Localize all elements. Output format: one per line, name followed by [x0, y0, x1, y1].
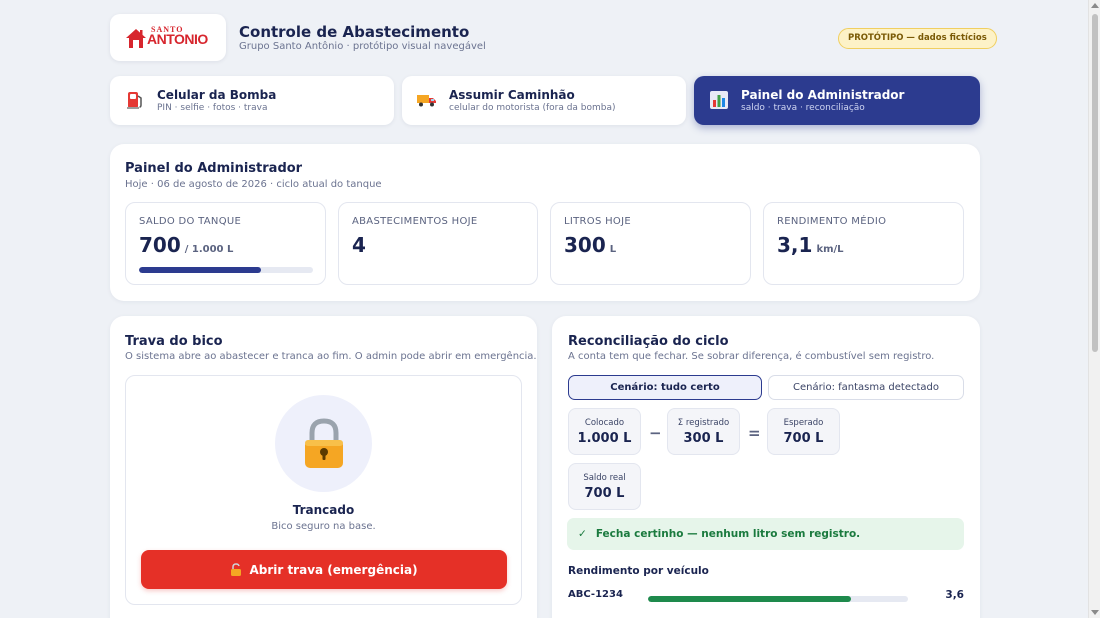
scroll-down-arrow-icon[interactable] — [1091, 610, 1099, 615]
stat-rendimento-medio: RENDIMENTO MÉDIO 3,1 km/L — [763, 202, 964, 285]
vehicle-plate: ABC-1234 — [568, 589, 623, 600]
tab-assumir-caminhao[interactable]: Assumir Caminhão celular do motorista (f… — [402, 76, 686, 125]
stat-value: 300 — [564, 233, 606, 257]
logo-mark: SANTO ANTONIO — [125, 25, 211, 51]
admin-title: Painel do Administrador — [125, 161, 303, 176]
minus-operator: − — [649, 424, 662, 442]
stat-label: SALDO DO TANQUE — [139, 216, 242, 227]
stat-unit: L — [609, 244, 617, 255]
box-value: 700 L — [783, 431, 824, 446]
banner-text: Fecha certinho — nenhum litro sem regist… — [595, 528, 861, 540]
box-label: Saldo real — [583, 473, 626, 483]
tab-label: Assumir Caminhão — [449, 88, 575, 102]
app-title: Controle de Abastecimento — [239, 23, 470, 41]
reconciliation-ok-banner: ✓ Fecha certinho — nenhum litro sem regi… — [567, 518, 964, 550]
scrollbar-thumb[interactable] — [1092, 14, 1098, 352]
equals-operator: = — [748, 424, 761, 442]
tab-subtitle: saldo · trava · reconciliação — [741, 103, 865, 113]
scenario-tudo-certo-button[interactable]: Cenário: tudo certo — [568, 375, 762, 400]
stat-abastecimentos-hoje: ABASTECIMENTOS HOJE 4 — [338, 202, 538, 285]
stat-unit: / 1.000 L — [184, 244, 234, 255]
vehicles-title: Rendimento por veículo — [568, 565, 709, 577]
stat-label: ABASTECIMENTOS HOJE — [352, 216, 478, 227]
check-icon: ✓ — [578, 528, 587, 540]
tab-label: Painel do Administrador — [741, 88, 905, 102]
stat-label: RENDIMENTO MÉDIO — [777, 216, 887, 227]
truck-icon — [416, 89, 438, 111]
tank-progress-bar — [139, 267, 313, 273]
box-value: 700 L — [584, 486, 625, 501]
tab-painel-do-administrador[interactable]: Painel do Administrador saldo · trava · … — [694, 76, 980, 125]
box-label: Esperado — [783, 418, 824, 428]
box-esperado: Esperado 700 L — [767, 408, 840, 455]
stat-value: 3,1 — [777, 233, 813, 257]
admin-subtitle: Hoje · 06 de agosto de 2026 · ciclo atua… — [125, 179, 382, 190]
stat-value: 4 — [352, 233, 366, 257]
tab-label: Celular da Bomba — [157, 88, 277, 102]
box-label: Colocado — [584, 418, 625, 428]
box-label: Σ registrado — [677, 418, 730, 428]
tank-progress-fill — [139, 267, 261, 273]
prototype-badge: PROTÓTIPO — dados fictícios — [838, 28, 997, 49]
box-saldo-real: Saldo real 700 L — [568, 463, 641, 510]
stat-litros-hoje: LITROS HOJE 300 L — [550, 202, 751, 285]
fuel-pump-icon — [124, 89, 146, 111]
tab-subtitle: celular do motorista (fora da bomba) — [449, 103, 616, 113]
lock-subtitle: O sistema abre ao abastecer e tranca ao … — [125, 351, 537, 362]
box-registrado: Σ registrado 300 L — [667, 408, 740, 455]
lock-state: Trancado — [292, 503, 355, 517]
vehicle-yield-value: 3,6 — [945, 589, 964, 601]
box-value: 1.000 L — [577, 431, 632, 446]
app-subtitle: Grupo Santo Antônio · protótipo visual n… — [239, 41, 486, 52]
tab-subtitle: PIN · selfie · fotos · trava — [157, 103, 268, 113]
vehicle-yield-fill — [648, 596, 851, 602]
reconciliation-subtitle: A conta tem que fechar. Se sobrar difere… — [568, 351, 935, 362]
lock-panel: Trancado Bico seguro na base. Abrir trav… — [125, 375, 522, 605]
company-logo: SANTO ANTONIO — [110, 14, 226, 61]
stat-unit: km/L — [816, 244, 844, 255]
logo-text-main: ANTONIO — [147, 30, 208, 47]
scroll-up-arrow-icon[interactable] — [1091, 3, 1099, 8]
bar-chart-icon — [708, 89, 730, 111]
stat-value: 700 — [139, 233, 181, 257]
open-padlock-icon — [231, 563, 242, 576]
tab-celular-da-bomba[interactable]: Celular da Bomba PIN · selfie · fotos · … — [110, 76, 394, 125]
open-lock-button-label: Abrir trava (emergência) — [249, 562, 418, 577]
vehicle-yield-bar — [648, 596, 908, 602]
reconciliation-title: Reconciliação do ciclo — [568, 334, 729, 349]
lock-title: Trava do bico — [125, 334, 223, 349]
box-colocado: Colocado 1.000 L — [568, 408, 641, 455]
stat-label: LITROS HOJE — [564, 216, 631, 227]
padlock-icon — [304, 417, 343, 468]
open-lock-emergency-button[interactable]: Abrir trava (emergência) — [141, 550, 507, 589]
scenario-fantasma-button[interactable]: Cenário: fantasma detectado — [768, 375, 964, 400]
box-value: 300 L — [683, 431, 724, 446]
page-scrollbar[interactable] — [1088, 0, 1100, 618]
stat-saldo-tanque: SALDO DO TANQUE 700/ 1.000 L — [125, 202, 326, 285]
lock-state-description: Bico seguro na base. — [271, 521, 376, 532]
lock-status-circle — [275, 395, 372, 492]
house-logo-icon — [126, 28, 146, 48]
